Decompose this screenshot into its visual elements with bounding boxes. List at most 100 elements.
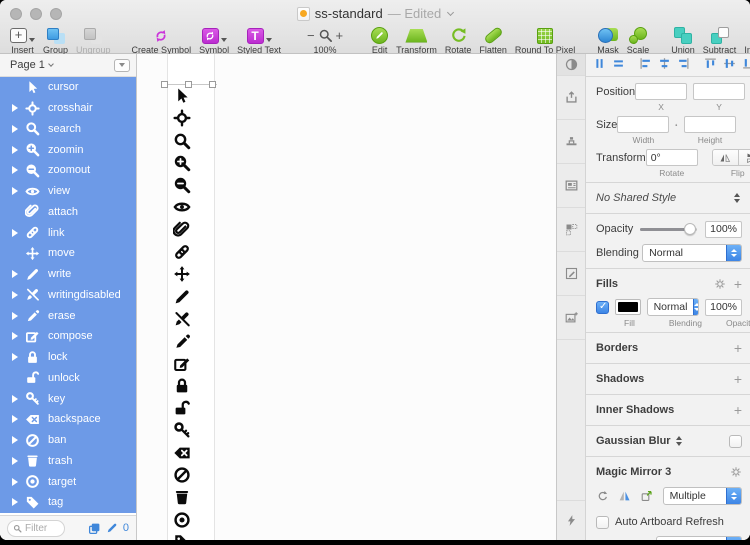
add-button[interactable]: + [734, 340, 742, 356]
layer-row-unlock[interactable]: unlock [0, 367, 136, 389]
toolbar-item-scale[interactable]: Scale [627, 27, 649, 55]
rotate-input[interactable] [645, 149, 698, 166]
toolbar-item-create-symbol[interactable]: Create Symbol [132, 27, 191, 55]
canvas-layer-attach[interactable] [173, 221, 209, 243]
height-input[interactable] [684, 116, 736, 133]
layer-row-search[interactable]: search [0, 118, 136, 140]
canvas-layer-link[interactable] [173, 243, 209, 265]
page-list-button[interactable] [114, 58, 130, 72]
canvas-layer-zoomout[interactable] [173, 176, 209, 198]
distribute-horizontally-icon[interactable] [592, 56, 607, 74]
refresh-icon[interactable] [596, 489, 609, 503]
magic-mirror-stepper-icon[interactable] [726, 488, 741, 504]
filter-input[interactable] [25, 522, 59, 534]
panel-tab-export-icon[interactable] [557, 76, 585, 120]
layer-row-link[interactable]: link [0, 222, 136, 243]
gaussian-blur-checkbox[interactable] [729, 434, 742, 448]
disclosure-triangle-icon[interactable] [12, 415, 22, 424]
disclosure-triangle-icon[interactable] [12, 456, 22, 465]
blending-stepper-icon[interactable] [726, 245, 741, 261]
canvas-layer-ban[interactable] [173, 466, 209, 488]
disclosure-triangle-icon[interactable] [12, 332, 22, 341]
flip-vertical-button[interactable] [737, 150, 750, 165]
layer-row-cursor[interactable]: cursor [0, 77, 136, 98]
selection-handle[interactable] [209, 81, 216, 88]
field-select-ban[interactable] [656, 535, 742, 540]
toolbar-item-zoom[interactable]: − +100% [307, 27, 343, 55]
layer-row-tag[interactable]: tag [0, 492, 136, 513]
layer-row-zoomin[interactable]: zoomin [0, 139, 136, 160]
toolbar-item-union[interactable]: Union [671, 27, 695, 55]
fill-color-swatch[interactable] [615, 299, 641, 315]
canvas-layer-unlock[interactable] [173, 399, 209, 421]
layer-row-writingdisabled[interactable]: writingdisabled [0, 284, 136, 306]
toolbar-item-mask[interactable]: Mask [597, 27, 619, 55]
auto-artboard-refresh-checkbox[interactable] [596, 515, 609, 529]
width-input[interactable] [617, 116, 670, 133]
page-selector-row[interactable]: Page 1 [0, 54, 136, 77]
opacity-slider[interactable] [640, 223, 698, 235]
lock-ratio-icon[interactable] [675, 119, 678, 131]
layer-row-ban[interactable]: ban [0, 429, 136, 451]
disclosure-triangle-icon[interactable] [12, 477, 22, 486]
layer-row-erase[interactable]: erase [0, 305, 136, 326]
toolbar-item-ungroup[interactable]: Ungroup [76, 27, 111, 55]
layer-row-view[interactable]: view [0, 180, 136, 202]
layer-row-target[interactable]: target [0, 471, 136, 492]
add-button[interactable]: + [734, 402, 742, 418]
filter-field[interactable] [7, 519, 65, 537]
align-horizontal-center-icon[interactable] [657, 56, 672, 74]
flip-preview-icon[interactable] [618, 489, 631, 503]
add-fill-button[interactable]: + [734, 276, 742, 292]
disclosure-triangle-icon[interactable] [12, 498, 22, 507]
canvas-layer-erase[interactable] [173, 332, 209, 354]
fill-blending-select[interactable]: Normal [646, 298, 700, 316]
fill-opacity-value[interactable]: 100% [705, 298, 742, 316]
panel-tab-image-plus-icon[interactable] [557, 296, 585, 340]
canvas-layer-search[interactable] [173, 132, 209, 154]
position-x-input[interactable] [635, 83, 688, 100]
canvas-layer-compose[interactable] [173, 355, 209, 377]
disclosure-triangle-icon[interactable] [12, 104, 22, 113]
pages-overlap-icon[interactable] [88, 522, 101, 535]
canvas-layer-move[interactable] [173, 265, 209, 287]
canvas[interactable] [137, 54, 556, 540]
canvas-layer-key[interactable] [173, 421, 209, 443]
disclosure-triangle-icon[interactable] [12, 394, 22, 403]
flip-horizontal-button[interactable] [712, 150, 738, 165]
canvas-layer-backspace[interactable] [173, 444, 209, 466]
paste-artboard-icon[interactable] [640, 489, 653, 503]
blending-select[interactable]: Normal [642, 244, 742, 262]
toolbar-item-insert[interactable]: + Insert [10, 27, 35, 55]
canvas-layer-write[interactable] [173, 288, 209, 310]
canvas-layer-cursor[interactable] [173, 87, 209, 109]
zoom-out-button[interactable]: − [307, 28, 315, 43]
section-header-borders[interactable]: Borders + [596, 337, 742, 359]
disclosure-triangle-icon[interactable] [12, 270, 22, 279]
layer-row-zoomout[interactable]: zoomout [0, 160, 136, 181]
disclosure-triangle-icon[interactable] [12, 290, 22, 299]
canvas-layer-tag[interactable] [173, 533, 209, 540]
align-vertical-center-icon[interactable] [722, 56, 737, 74]
align-top-icon[interactable] [703, 56, 718, 74]
toolbar-item-intersect[interactable]: Intersect [744, 27, 750, 55]
magic-mirror-gear-icon[interactable] [730, 466, 742, 478]
opacity-value[interactable]: 100% [705, 220, 742, 238]
panel-tab-edit-box-icon[interactable] [557, 252, 585, 296]
layer-row-trash[interactable]: trash [0, 450, 136, 472]
toolbar-item-symbol[interactable]: Symbol [199, 27, 229, 55]
add-button[interactable]: + [734, 371, 742, 387]
panel-tab-squares-icon[interactable] [557, 208, 585, 252]
distribute-vertically-icon[interactable] [611, 56, 626, 74]
disclosure-triangle-icon[interactable] [12, 187, 22, 196]
disclosure-triangle-icon[interactable] [12, 124, 22, 133]
layer-row-key[interactable]: key [0, 388, 136, 409]
toolbar-item-transform[interactable]: Transform [396, 27, 437, 55]
toolbar-item-subtract[interactable]: Subtract [703, 27, 736, 55]
canvas-layer-view[interactable] [173, 198, 209, 220]
opacity-slider-knob[interactable] [684, 223, 697, 235]
shared-style-row[interactable]: No Shared Style [596, 187, 742, 209]
disclosure-triangle-icon[interactable] [12, 353, 22, 362]
layer-row-compose[interactable]: compose [0, 326, 136, 347]
toolbar-item-rotate[interactable]: Rotate [445, 27, 471, 55]
